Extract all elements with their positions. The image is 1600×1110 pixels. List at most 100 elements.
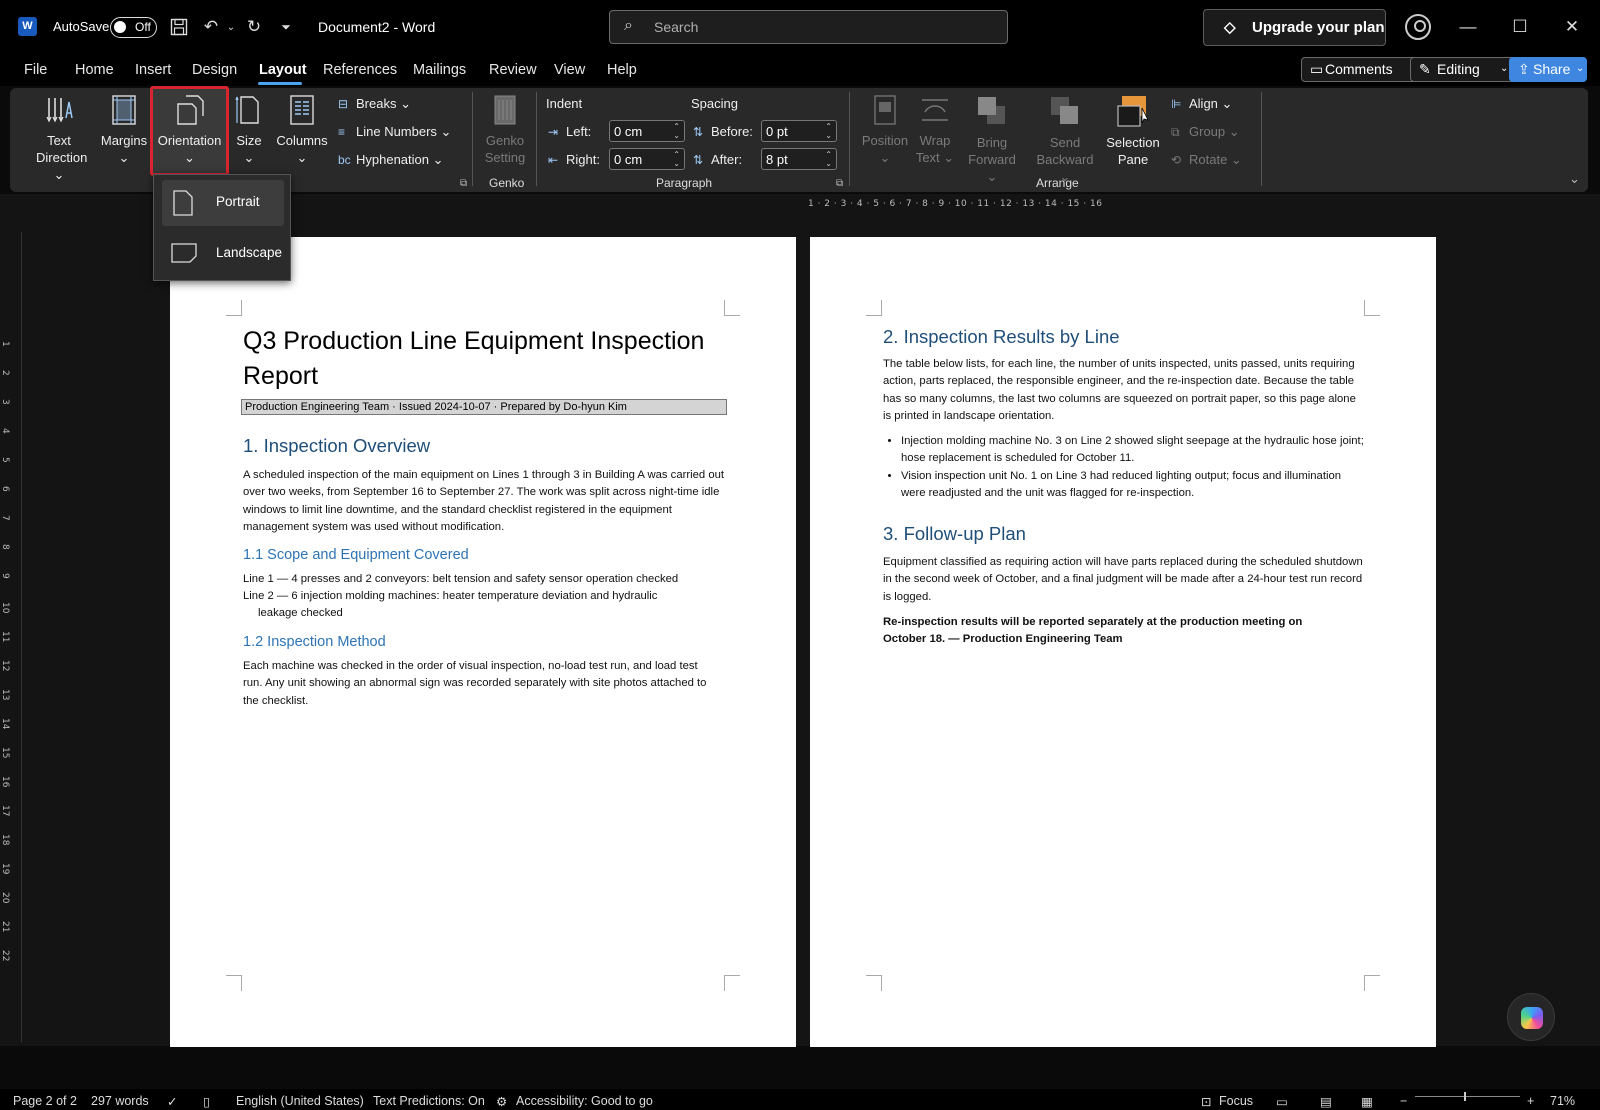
maximize-icon[interactable]: ☐ bbox=[1508, 15, 1532, 39]
zoom-slider-thumb[interactable] bbox=[1464, 1092, 1466, 1101]
spinner-arrows-icon[interactable]: ⌃ ⌄ bbox=[673, 150, 680, 168]
redo-icon[interactable]: ↻ bbox=[241, 14, 267, 40]
tab-insert[interactable]: Insert bbox=[135, 62, 171, 78]
spacing-before-input[interactable]: 0 pt ⌃ ⌄ bbox=[761, 120, 837, 142]
margins-button[interactable]: Margins ⌄ bbox=[99, 94, 149, 166]
hyphenation-button[interactable]: bc Hyphenation ⌄ bbox=[338, 152, 444, 168]
spinner-arrows-icon[interactable]: ⌃ ⌄ bbox=[673, 122, 680, 140]
tab-help[interactable]: Help bbox=[607, 62, 637, 78]
genko-setting-button[interactable]: Genko Setting bbox=[482, 94, 528, 166]
selection-pane-button[interactable]: Selection Pane bbox=[1103, 94, 1163, 168]
hyphenation-icon: bc bbox=[338, 153, 351, 167]
page-count[interactable]: Page 2 of 2 bbox=[13, 1094, 77, 1108]
orientation-option-portrait[interactable]: Portrait bbox=[162, 180, 284, 226]
close-icon[interactable]: ✕ bbox=[1560, 15, 1584, 39]
bring-forward-button[interactable]: Bring Forward ⌄ bbox=[962, 94, 1022, 185]
margins-icon bbox=[112, 95, 136, 125]
breaks-button[interactable]: ⊟ Breaks ⌄ bbox=[338, 96, 411, 112]
position-button[interactable]: Position ⌄ bbox=[861, 94, 909, 166]
proofing-icon[interactable]: ✓ bbox=[167, 1094, 177, 1109]
copilot-button[interactable] bbox=[1507, 993, 1555, 1041]
print-layout-icon[interactable]: ▤ bbox=[1320, 1094, 1332, 1109]
read-mode-icon[interactable]: ▭ bbox=[1276, 1094, 1288, 1109]
tab-file[interactable]: File bbox=[24, 62, 47, 78]
tab-layout[interactable]: Layout bbox=[259, 62, 307, 78]
focus-button[interactable]: Focus bbox=[1219, 1094, 1253, 1108]
indent-left-icon: ⇥ bbox=[548, 125, 559, 139]
chevron-down-icon: ⌄ bbox=[1576, 63, 1585, 74]
group-button[interactable]: ⧉ Group ⌄ bbox=[1171, 124, 1240, 140]
spinner-arrows-icon[interactable]: ⌃ ⌄ bbox=[825, 150, 832, 168]
tab-mailings[interactable]: Mailings bbox=[413, 62, 466, 78]
orientation-label: Orientation bbox=[157, 133, 222, 148]
crop-mark bbox=[724, 300, 740, 316]
web-layout-icon[interactable]: ▦ bbox=[1361, 1094, 1373, 1109]
wrap-text-label-2: Text bbox=[915, 150, 940, 165]
upgrade-button[interactable]: ◇ Upgrade your plan bbox=[1203, 9, 1386, 46]
collapse-ribbon-icon[interactable]: ⌄ bbox=[1569, 171, 1580, 187]
comments-button[interactable]: ▭ Comments bbox=[1301, 57, 1428, 82]
language-status[interactable]: English (United States) bbox=[236, 1094, 364, 1108]
paragraph-launcher-icon[interactable]: ⧉ bbox=[836, 178, 843, 189]
zoom-slider[interactable] bbox=[1415, 1096, 1520, 1097]
text-predictions-status[interactable]: Text Predictions: On bbox=[373, 1094, 485, 1108]
selection-pane-label-1: Selection bbox=[1106, 135, 1160, 150]
orientation-button[interactable]: Orientation ⌄ bbox=[153, 94, 226, 166]
align-button[interactable]: ⊫ Align ⌄ bbox=[1171, 96, 1232, 112]
editing-mode-button[interactable]: ✎ Editing ⌄ bbox=[1410, 57, 1517, 82]
genko-group-label: Genko bbox=[489, 176, 525, 190]
ruler-number: 12 bbox=[0, 660, 10, 672]
text-direction-button[interactable]: Text Direction ⌄ bbox=[36, 94, 87, 183]
genko-label-2: Setting bbox=[484, 150, 526, 165]
text-direction-label-2: Direction bbox=[36, 150, 88, 165]
method-paragraph: Each machine was checked in the order of… bbox=[243, 660, 707, 707]
document-page-1[interactable]: Q3 Production Line Equipment Inspection … bbox=[170, 237, 796, 1047]
line-numbers-button[interactable]: ≡ Line Numbers ⌄ bbox=[338, 124, 451, 140]
accessibility-status[interactable]: Accessibility: Good to go bbox=[516, 1094, 653, 1108]
breaks-label: Breaks bbox=[356, 96, 397, 111]
word-logo-icon: W bbox=[18, 17, 37, 36]
ruler-number: 4 bbox=[0, 428, 10, 434]
customize-toolbar-icon[interactable]: ⏷ bbox=[273, 14, 299, 40]
share-button[interactable]: ⇪ Share ⌄ bbox=[1509, 57, 1587, 82]
tab-design[interactable]: Design bbox=[192, 62, 237, 78]
crop-mark bbox=[1364, 300, 1380, 316]
comments-label: Comments bbox=[1325, 61, 1393, 77]
account-avatar[interactable] bbox=[1405, 14, 1431, 40]
document-title: Document2 - Word bbox=[318, 19, 436, 35]
size-button[interactable]: Size ⌄ bbox=[232, 94, 266, 166]
send-backward-label-1: Send bbox=[1049, 135, 1081, 150]
orientation-option-landscape[interactable]: Landscape bbox=[162, 231, 284, 277]
spacing-after-input[interactable]: 8 pt ⌃ ⌄ bbox=[761, 148, 837, 170]
overview-paragraph: A scheduled inspection of the main equip… bbox=[243, 469, 725, 534]
columns-button[interactable]: Columns ⌄ bbox=[275, 94, 329, 166]
autosave-toggle[interactable]: Off bbox=[110, 17, 157, 38]
rotate-button[interactable]: ⟲ Rotate ⌄ bbox=[1171, 152, 1242, 168]
zoom-out-icon[interactable]: − bbox=[1400, 1094, 1407, 1108]
horizontal-ruler[interactable]: 1 · 2 · 3 · 4 · 5 · 6 · 7 · 8 · 9 · 10 ·… bbox=[808, 199, 1438, 215]
search-placeholder: Search bbox=[654, 19, 699, 35]
tab-review[interactable]: Review bbox=[489, 62, 537, 78]
vertical-ruler[interactable]: 1 2 3 4 5 6 7 8 9 10 11 12 13 14 15 16 1… bbox=[0, 232, 22, 1042]
portrait-label: Portrait bbox=[216, 194, 260, 209]
save-icon[interactable] bbox=[166, 14, 192, 40]
send-backward-button[interactable]: Send Backward ⌄ bbox=[1030, 94, 1100, 185]
subtitle-line: Production Engineering Team · Issued 202… bbox=[241, 399, 727, 415]
tab-references[interactable]: References bbox=[323, 62, 397, 78]
zoom-level[interactable]: 71% bbox=[1550, 1094, 1575, 1108]
tab-home[interactable]: Home bbox=[75, 62, 114, 78]
document-page-2[interactable]: 2. Inspection Results by Line The table … bbox=[810, 237, 1436, 1047]
scope-line-2: Line 2 — 6 injection molding machines: h… bbox=[243, 590, 658, 602]
word-count[interactable]: 297 words bbox=[91, 1094, 149, 1108]
search-box[interactable]: ⌕ Search bbox=[609, 10, 1008, 44]
book-icon[interactable]: ▯ bbox=[203, 1094, 210, 1109]
spinner-arrows-icon[interactable]: ⌃ ⌄ bbox=[825, 122, 832, 140]
diamond-icon: ◇ bbox=[1224, 19, 1236, 36]
zoom-in-icon[interactable]: + bbox=[1527, 1094, 1534, 1108]
minimize-icon[interactable]: — bbox=[1456, 15, 1480, 39]
page-setup-launcher-icon[interactable]: ⧉ bbox=[460, 178, 467, 189]
wrap-text-button[interactable]: Wrap Text ⌄ bbox=[912, 94, 958, 166]
indent-left-input[interactable]: 0 cm ⌃ ⌄ bbox=[609, 120, 685, 142]
tab-view[interactable]: View bbox=[554, 62, 585, 78]
indent-right-input[interactable]: 0 cm ⌃ ⌄ bbox=[609, 148, 685, 170]
